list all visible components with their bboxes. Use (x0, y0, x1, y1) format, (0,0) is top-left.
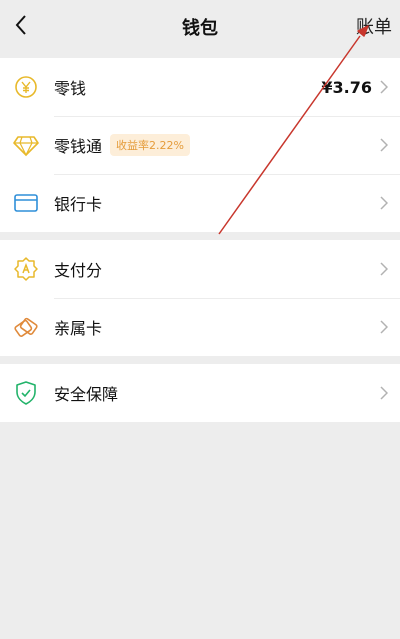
list-item-label: 银行卡 (54, 195, 103, 214)
chevron-right-icon (380, 318, 390, 336)
yuan-coin-icon (13, 74, 39, 100)
chevron-right-icon (380, 194, 390, 212)
yield-rate-badge: 收益率2.22% (110, 134, 190, 156)
bills-button[interactable]: 账单 (356, 13, 392, 39)
list-item-change[interactable]: 零钱 ¥3.76 (0, 58, 400, 116)
pay-score-icon (13, 256, 39, 282)
chevron-right-icon (380, 136, 390, 154)
shield-icon (13, 380, 39, 406)
navigation-bar: 钱包 账单 (0, 0, 400, 52)
list-item-label: 零钱 (54, 79, 87, 98)
diamond-icon (13, 132, 39, 158)
chevron-right-icon (380, 384, 390, 402)
bank-card-icon (13, 190, 39, 216)
list-item-lingqiantong[interactable]: 零钱通 收益率2.22% (0, 116, 400, 174)
wallet-section-services: 支付分 亲属卡 (0, 240, 400, 356)
family-card-icon (13, 314, 39, 340)
list-item-bank-card[interactable]: 银行卡 (0, 174, 400, 232)
list-item-label: 亲属卡 (54, 319, 103, 338)
wallet-section-balance: 零钱 ¥3.76 零钱通 收益率2.22% 银行卡 (0, 58, 400, 232)
list-item-label: 零钱通 (54, 137, 103, 156)
chevron-right-icon (380, 78, 390, 96)
list-item-label: 支付分 (54, 261, 103, 280)
chevron-right-icon (380, 260, 390, 278)
list-item-pay-score[interactable]: 支付分 (0, 240, 400, 298)
page-title: 钱包 (182, 18, 218, 39)
wallet-section-security: 安全保障 (0, 364, 400, 422)
list-item-family-card[interactable]: 亲属卡 (0, 298, 400, 356)
balance-amount: ¥3.76 (321, 77, 372, 97)
list-item-label: 安全保障 (54, 385, 119, 404)
list-item-security[interactable]: 安全保障 (0, 364, 400, 422)
